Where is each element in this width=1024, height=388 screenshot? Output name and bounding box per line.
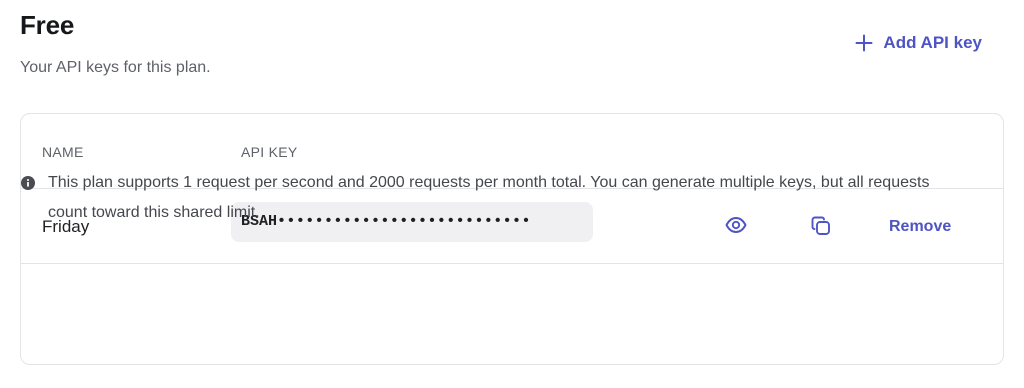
plus-icon bbox=[855, 34, 873, 52]
column-header-name: NAME bbox=[42, 144, 84, 160]
plan-title: Free bbox=[20, 10, 75, 40]
column-header-api-key: API KEY bbox=[241, 144, 298, 160]
api-keys-page: Free Your API keys for this plan. Add AP… bbox=[0, 0, 1024, 388]
usage-note: This plan supports 1 request per second … bbox=[21, 172, 961, 228]
add-api-key-label: Add API key bbox=[883, 33, 982, 52]
info-icon bbox=[21, 176, 35, 190]
usage-note-text: This plan supports 1 request per second … bbox=[48, 174, 930, 221]
api-keys-card: NAME API KEY Friday BSAH••••••••••••••••… bbox=[20, 113, 1004, 365]
plan-subtitle: Your API keys for this plan. bbox=[20, 59, 211, 76]
add-api-key-button[interactable]: Add API key bbox=[855, 33, 982, 53]
